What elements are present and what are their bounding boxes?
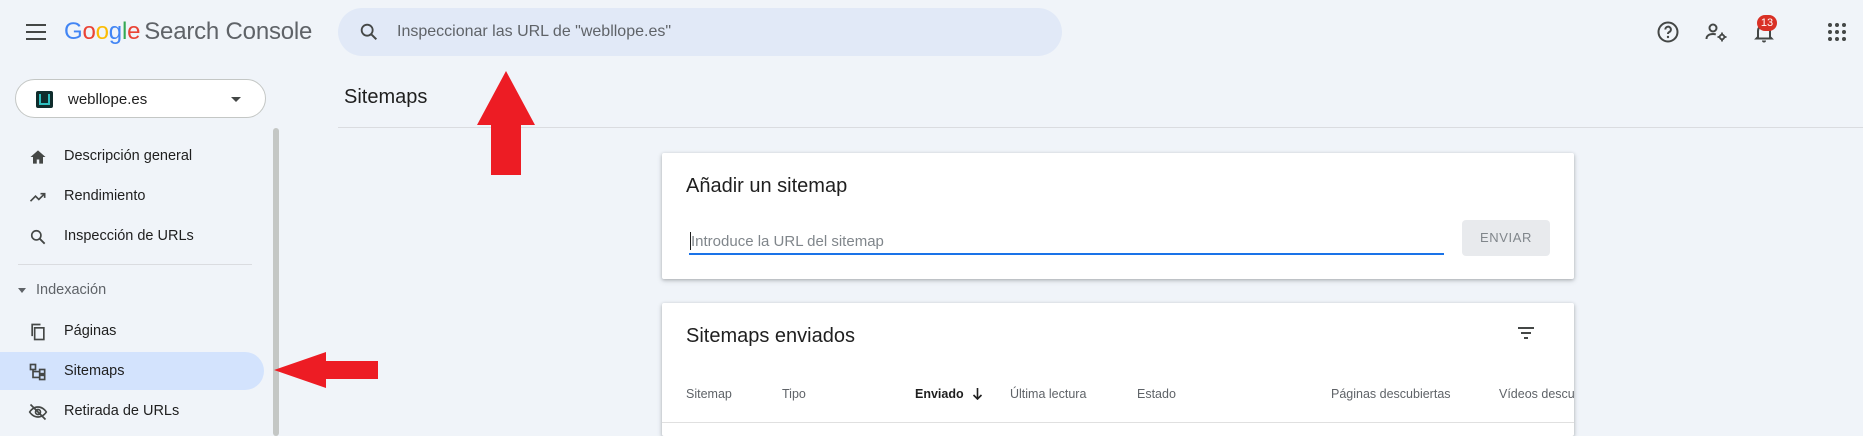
visibility-off-icon: [28, 403, 48, 421]
sidebar-section-indexing[interactable]: Indexación: [18, 282, 106, 298]
chevron-down-icon: [231, 97, 241, 102]
card-title: Añadir un sitemap: [686, 175, 848, 197]
trending-up-icon: [29, 192, 46, 202]
filter-icon[interactable]: [1514, 321, 1538, 345]
sidebar-item-overview[interactable]: Descripción general: [0, 137, 264, 175]
url-inspection-search[interactable]: Inspeccionar las URL de "webllope.es": [338, 8, 1062, 56]
section-label: Indexación: [36, 282, 107, 298]
submitted-sitemaps-card: Sitemaps enviados Sitemap Tipo Enviado Ú…: [662, 303, 1574, 436]
sitemap-url-placeholder: Introduce la URL del sitemap: [691, 233, 884, 250]
page-divider: [338, 127, 1863, 128]
search-placeholder: Inspeccionar las URL de "webllope.es": [397, 23, 672, 40]
sidebar-divider: [18, 264, 252, 265]
sidebar-item-label: Páginas: [64, 323, 117, 339]
search-icon: [30, 229, 46, 245]
arrow-down-icon: [972, 388, 982, 400]
sidebar-item-sitemaps[interactable]: Sitemaps: [0, 352, 264, 390]
property-name: webllope.es: [68, 91, 148, 108]
page-title: Sitemaps: [344, 86, 428, 108]
sidebar-item-removals[interactable]: Retirada de URLs: [0, 392, 264, 430]
sidebar-item-label: Inspección de URLs: [64, 228, 194, 244]
sidebar-item-label: Retirada de URLs: [64, 403, 180, 419]
column-header-sitemap[interactable]: Sitemap: [686, 387, 732, 401]
pages-icon: [31, 323, 45, 341]
column-header-submitted[interactable]: Enviado: [915, 387, 983, 401]
sitemap-icon: [29, 363, 46, 381]
sidebar-item-pages[interactable]: Páginas: [0, 312, 264, 350]
home-icon: [30, 150, 46, 164]
header-row-divider: [662, 422, 1574, 423]
card-title: Sitemaps enviados: [686, 325, 855, 347]
site-favicon-icon: [36, 91, 53, 108]
menu-icon[interactable]: [26, 24, 46, 40]
column-label: Enviado: [915, 387, 964, 401]
apps-grid-icon[interactable]: [1825, 20, 1849, 44]
manage-users-icon[interactable]: [1704, 20, 1728, 44]
google-wordmark: Google: [64, 18, 141, 45]
caret-down-icon: [18, 287, 26, 293]
sidebar-item-url-inspection[interactable]: Inspección de URLs: [0, 217, 264, 255]
submit-button[interactable]: ENVIAR: [1462, 220, 1550, 256]
annotation-arrow-left-icon: [274, 352, 378, 388]
sidebar-item-label: Descripción general: [64, 148, 193, 164]
sidebar-item-label: Sitemaps: [64, 363, 125, 379]
annotation-arrow-up-icon: [477, 71, 535, 175]
column-header-discovered-pages[interactable]: Páginas descubiertas: [1331, 387, 1451, 401]
app-logo[interactable]: Google Search Console: [64, 18, 312, 46]
sitemap-url-input[interactable]: Introduce la URL del sitemap: [689, 229, 1444, 255]
sidebar-item-label: Rendimiento: [64, 188, 146, 204]
property-selector[interactable]: webllope.es: [15, 79, 266, 118]
column-header-discovered-videos[interactable]: Vídeos descubiertos: [1499, 387, 1574, 401]
search-icon: [360, 23, 378, 41]
add-sitemap-card: Añadir un sitemap Introduce la URL del s…: [662, 153, 1574, 279]
product-name: Search Console: [144, 18, 313, 45]
sidebar-item-performance[interactable]: Rendimiento: [0, 177, 264, 215]
sidebar-scrollbar[interactable]: [273, 128, 279, 436]
notification-badge: 13: [1757, 15, 1777, 31]
column-header-last-read[interactable]: Última lectura: [1010, 387, 1086, 401]
help-icon[interactable]: [1656, 20, 1680, 44]
column-header-type[interactable]: Tipo: [782, 387, 806, 401]
column-header-status[interactable]: Estado: [1137, 387, 1176, 401]
